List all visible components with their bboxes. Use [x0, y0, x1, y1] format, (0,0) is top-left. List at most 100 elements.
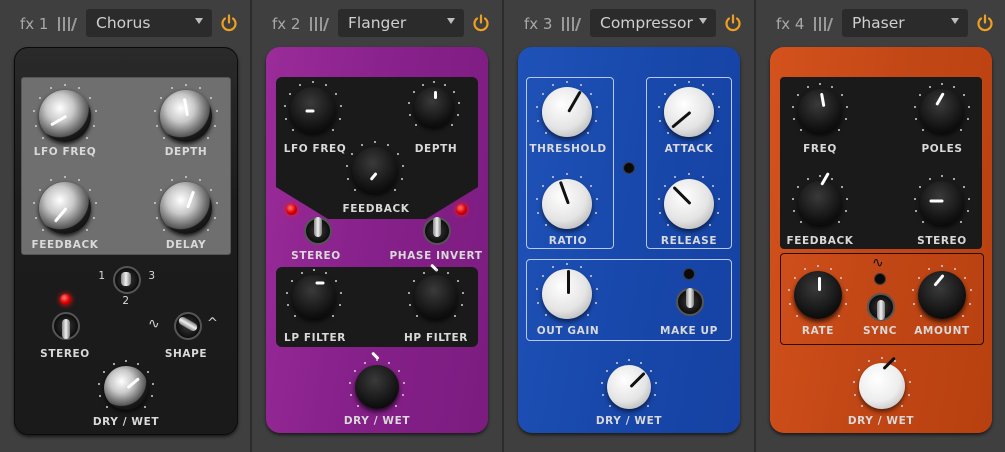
- library-icon[interactable]: [562, 15, 582, 31]
- knob-scale-dot: [845, 105, 848, 108]
- feedback-knob[interactable]: [33, 176, 97, 234]
- knob-scale-dot: [159, 96, 162, 99]
- ratio-knob[interactable]: [536, 173, 598, 229]
- stereo-switch[interactable]: [304, 217, 332, 245]
- knob-scale-dot: [312, 81, 314, 83]
- lfo-freq-knob[interactable]: [33, 84, 97, 142]
- ratio-label: RATIO: [548, 235, 588, 247]
- delay-knob[interactable]: [154, 176, 218, 234]
- fx-slot-header: fx 1 Chorus: [0, 8, 250, 38]
- threshold-knob[interactable]: [536, 81, 598, 137]
- knob-scale-dot: [941, 83, 943, 85]
- library-icon[interactable]: [58, 15, 78, 31]
- freq-knob[interactable]: [792, 83, 848, 133]
- knob-scale-dot: [688, 173, 690, 175]
- make-up-indicator: [683, 268, 695, 280]
- power-icon[interactable]: [976, 14, 994, 32]
- knob-scale-dot: [400, 177, 403, 180]
- knob-scale-dot: [907, 393, 910, 396]
- flanger-pedal: LFO FREQ DEPTH FEEDBACK STEREO PHASE INV…: [266, 47, 488, 433]
- hp-filter-label: HP FILTER: [404, 332, 468, 344]
- knob-scale-dot: [858, 368, 861, 371]
- dry-wet-knob[interactable]: [98, 360, 154, 410]
- knob-scale-dot: [105, 406, 108, 409]
- out-gain-knob[interactable]: [536, 263, 598, 319]
- shape-switch[interactable]: [174, 312, 202, 340]
- knob-scale-dot: [137, 362, 140, 365]
- knob-scale-dot: [817, 265, 819, 267]
- effect-selector-value: Flanger: [348, 14, 407, 32]
- attack-knob[interactable]: [658, 81, 720, 137]
- stereo-label: STEREO: [291, 250, 341, 262]
- knob-scale-dot: [647, 405, 650, 408]
- knob-scale-dot: [819, 175, 821, 177]
- knob-scale-dot: [125, 360, 127, 362]
- effect-selector[interactable]: Flanger: [338, 9, 464, 37]
- knob-scale-dot: [908, 380, 911, 383]
- feedback-knob[interactable]: [792, 172, 848, 225]
- knob-scale-dot: [339, 291, 342, 294]
- library-icon[interactable]: [814, 15, 834, 31]
- knob-scale-dot: [968, 302, 971, 305]
- dry-wet-knob[interactable]: [349, 351, 405, 409]
- dry-wet-knob[interactable]: [601, 359, 657, 409]
- knob-scale-dot: [146, 371, 149, 374]
- knob-scale-dot: [85, 228, 88, 231]
- effect-selector[interactable]: Phaser: [842, 9, 968, 37]
- knob-scale-dot: [397, 370, 400, 373]
- lp-filter-label: LP FILTER: [284, 332, 346, 344]
- knob-scale-dot: [89, 188, 92, 191]
- knob-scale-dot: [917, 276, 920, 279]
- effect-selector-value: Phaser: [852, 14, 905, 32]
- library-icon[interactable]: [310, 15, 330, 31]
- fx-slot-header: fx 2 Flanger: [252, 8, 502, 38]
- make-up-switch[interactable]: [676, 288, 704, 316]
- knob-scale-dot: [144, 406, 147, 409]
- knob-scale-dot: [928, 85, 931, 88]
- lfo-freq-knob[interactable]: [284, 81, 342, 133]
- mode-switch[interactable]: [113, 266, 141, 294]
- effect-selector-value: Chorus: [96, 14, 151, 32]
- phase-invert-switch[interactable]: [423, 217, 451, 245]
- knob-scale-dot: [893, 360, 896, 363]
- stereo-switch[interactable]: [52, 312, 80, 340]
- rate-label: RATE: [801, 325, 835, 337]
- power-icon[interactable]: [724, 14, 742, 32]
- amount-knob[interactable]: [912, 265, 972, 319]
- poles-knob[interactable]: [914, 83, 970, 133]
- fx-slot-label: fx 2: [272, 15, 301, 33]
- knob-scale-dot: [433, 81, 435, 83]
- power-icon[interactable]: [472, 14, 490, 32]
- knob-scale-dot: [868, 360, 871, 363]
- lp-filter-knob[interactable]: [286, 269, 342, 319]
- stereo-label: STEREO: [917, 235, 967, 247]
- feedback-knob[interactable]: [346, 141, 404, 193]
- depth-knob[interactable]: [154, 84, 218, 142]
- stereo-knob[interactable]: [914, 175, 970, 225]
- dry-wet-knob[interactable]: [853, 356, 911, 409]
- amount-label: AMOUNT: [914, 325, 970, 337]
- lfo-freq-label: LFO FREQ: [283, 143, 347, 155]
- effect-selector[interactable]: Chorus: [86, 9, 212, 37]
- sync-switch[interactable]: [867, 293, 895, 321]
- shape-label: SHAPE: [164, 348, 208, 360]
- sync-label: SYNC: [862, 325, 898, 337]
- effect-selector-value: Compressor: [600, 14, 693, 32]
- attack-label: ATTACK: [664, 143, 714, 155]
- power-icon[interactable]: [220, 14, 238, 32]
- fx-slot-2: fx 2 Flanger LFO FREQ DEPTH FEEDBACK STE…: [252, 0, 502, 452]
- hp-filter-knob[interactable]: [408, 263, 464, 319]
- knob-scale-dot: [313, 269, 315, 271]
- knob-scale-dot: [112, 362, 115, 365]
- dry-wet-label: DRY / WET: [92, 416, 160, 428]
- knob-scale-dot: [840, 186, 843, 189]
- depth-knob[interactable]: [408, 81, 460, 127]
- release-knob[interactable]: [658, 173, 720, 229]
- effect-selector[interactable]: Compressor: [590, 9, 716, 37]
- knob-scale-dot: [566, 173, 568, 175]
- rate-knob[interactable]: [788, 265, 848, 319]
- knob-scale-dot: [793, 276, 796, 279]
- knob-scale-dot: [716, 212, 719, 215]
- knob-scale-dot: [155, 216, 158, 219]
- knob-scale-dot: [64, 176, 66, 178]
